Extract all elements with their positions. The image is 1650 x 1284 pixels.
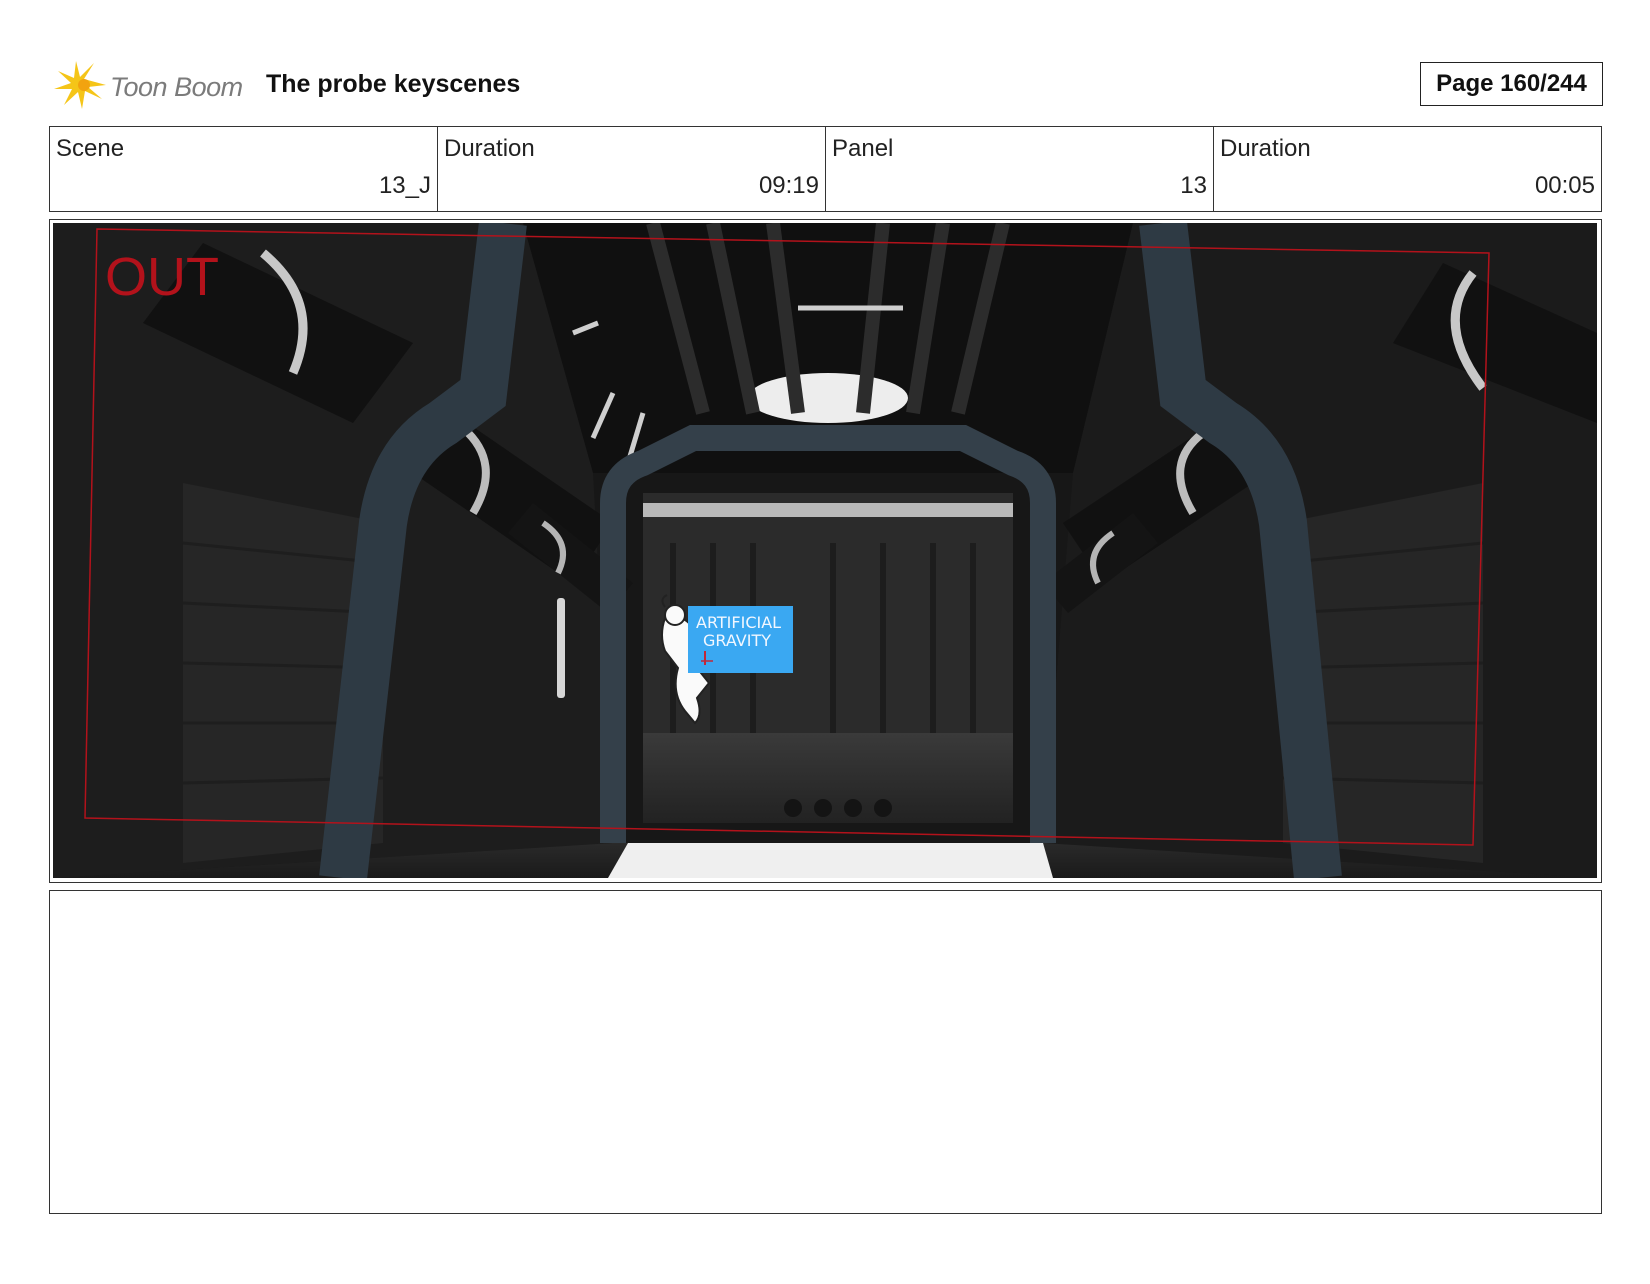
- panel-notes-box: [49, 890, 1602, 1214]
- starburst-icon: [54, 61, 106, 109]
- scene-info-table: Scene 13_J Duration 09:19 Panel 13 Durat…: [49, 126, 1602, 212]
- artificial-gravity-sign: ARTIFICIAL GRAVITY: [688, 606, 793, 673]
- page-header: Toon Boom The probe keyscenes Page 160/2…: [50, 55, 1603, 115]
- scene-duration-value: 09:19: [758, 172, 819, 199]
- panel-duration-label: Duration: [1220, 135, 1311, 162]
- panel-image: ARTIFICIAL GRAVITY OUT: [53, 223, 1597, 878]
- scene-label: Scene: [56, 135, 125, 162]
- sign-line-2: GRAVITY: [703, 631, 771, 650]
- toon-boom-logo: Toon Boom: [54, 59, 249, 111]
- scene-cell: Scene 13_J: [50, 127, 438, 211]
- ceiling-light: [748, 373, 908, 423]
- scene-value: 13_J: [378, 172, 431, 199]
- page-number-box: Page 160/244: [1420, 62, 1603, 106]
- left-wall-light: [557, 598, 565, 698]
- panel-duration-cell: Duration 00:05: [1214, 127, 1601, 211]
- scene-duration-label: Duration: [444, 135, 535, 162]
- scene-duration-cell: Duration 09:19: [438, 127, 826, 211]
- logo-text: Toon Boom: [110, 72, 243, 102]
- panel-label: Panel: [832, 135, 894, 162]
- storyboard-panel: ARTIFICIAL GRAVITY OUT: [49, 219, 1602, 883]
- out-label: OUT: [105, 247, 219, 307]
- panel-cell: Panel 13: [826, 127, 1214, 211]
- panel-duration-value: 00:05: [1534, 172, 1595, 199]
- panel-value: 13: [1180, 172, 1207, 199]
- back-wall-light: [643, 503, 1013, 517]
- floor-light: [608, 843, 1053, 878]
- sign-line-1: ARTIFICIAL: [696, 613, 781, 632]
- document-title: The probe keyscenes: [266, 70, 521, 98]
